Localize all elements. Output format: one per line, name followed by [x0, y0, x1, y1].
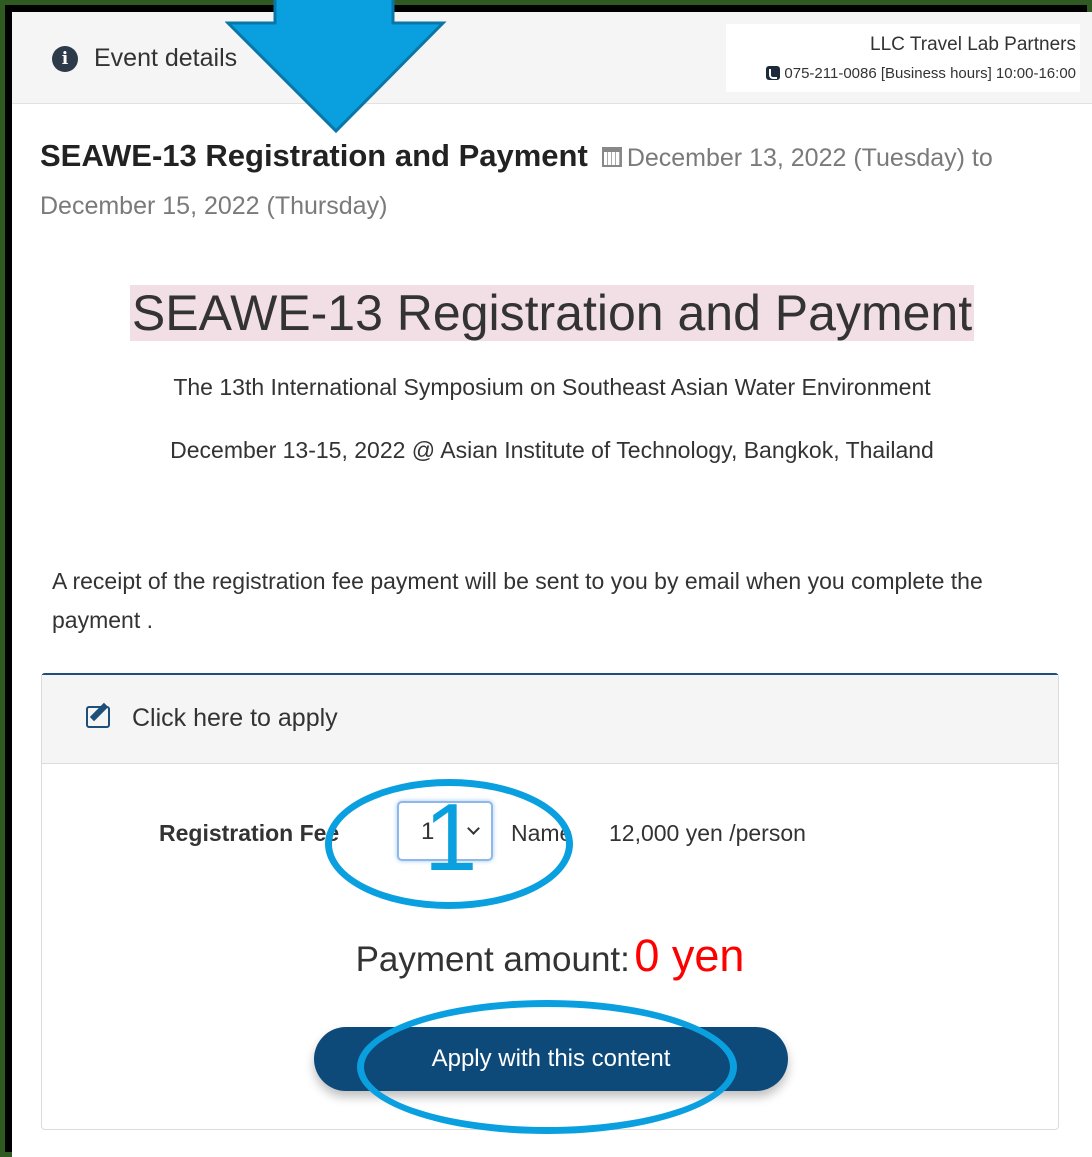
payment-amount-value: 0 yen [634, 930, 745, 981]
event-venue: December 13-15, 2022 @ Asian Institute o… [170, 437, 934, 463]
page-title: SEAWE-13 Registration and Payment [40, 138, 588, 173]
page: i Event details LLC Travel Lab Partners … [12, 12, 1092, 1157]
arrow-down-icon [225, 0, 447, 134]
phone-icon [766, 66, 781, 80]
company-name: LLC Travel Lab Partners [870, 34, 1076, 55]
apply-header[interactable]: Click here to apply [42, 675, 1058, 764]
info-icon: i [52, 46, 78, 72]
event-heading: SEAWE-13 Registration and Payment [12, 284, 1092, 342]
calendar-icon [601, 147, 622, 167]
event-title-row: SEAWE-13 Registration and Payment Decembe… [40, 136, 1080, 232]
company-info: LLC Travel Lab Partners 075-211-0086 [Bu… [726, 24, 1080, 92]
event-subtitle: The 13th International Symposium on Sout… [173, 374, 931, 400]
edit-icon [86, 706, 110, 728]
company-phone: 075-211-0086 [Business hours] 10:00-16:0… [726, 65, 1076, 82]
registration-fee-label: Registration Fee [159, 820, 340, 846]
event-heading-text: SEAWE-13 Registration and Payment [129, 285, 975, 341]
apply-header-label[interactable]: Click here to apply [132, 704, 338, 733]
outer-frame: i Event details LLC Travel Lab Partners … [0, 0, 1092, 1157]
step-number-annotation: 1 [424, 784, 478, 891]
receipt-note: A receipt of the registration fee paymen… [52, 568, 983, 633]
payment-amount-row: Payment amount: 0 yen [42, 930, 1058, 982]
highlight-ring-apply [357, 1000, 737, 1134]
phone-text: 075-211-0086 [Business hours] 10:00-16:0… [784, 65, 1076, 82]
top-bar: i Event details LLC Travel Lab Partners … [12, 12, 1092, 104]
payment-amount-label: Payment amount: [355, 940, 630, 979]
unit-price: 12,000 yen /person [609, 820, 806, 846]
event-details-tab[interactable]: Event details [94, 44, 237, 73]
